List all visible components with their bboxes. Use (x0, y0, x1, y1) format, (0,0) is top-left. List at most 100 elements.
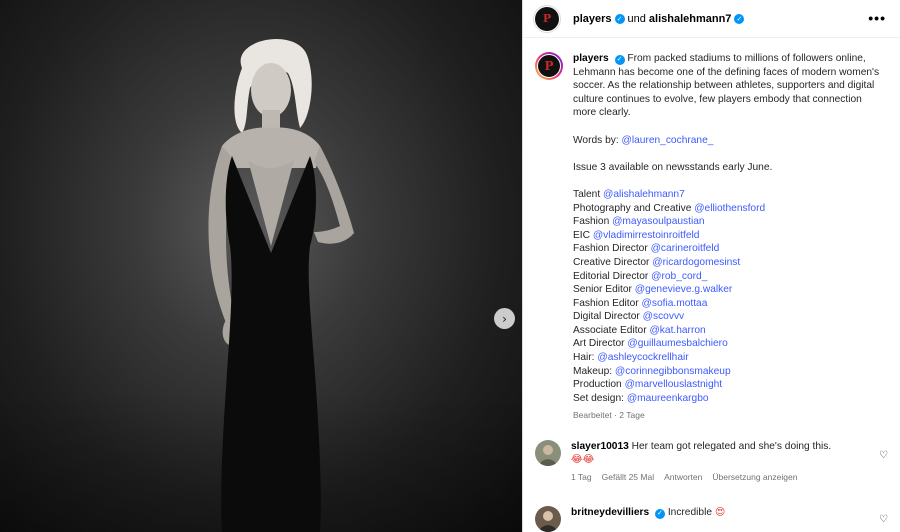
credit-role: Art Director (573, 338, 625, 350)
credit-handle-link[interactable]: @guillaumesbalchiero (627, 338, 727, 349)
credits-list: Talent @alishalehmann7 Photography and Cr… (573, 188, 885, 406)
credit-handle-link[interactable]: @marvellouslastnight (625, 379, 723, 390)
credit-handle-link[interactable]: @sofia.mottaa (642, 298, 708, 309)
credit-line: Editorial Director @rob_cord_ (573, 270, 885, 284)
credit-line: EIC @vladimirrestoinroitfeld (573, 229, 885, 243)
credit-line: Senior Editor @genevieve.g.walker (573, 283, 885, 297)
credit-role: Associate Editor (573, 324, 647, 336)
commenter-avatar[interactable] (535, 506, 561, 532)
comment-reply-button[interactable]: Antworten (664, 471, 702, 484)
credit-role: Set design: (573, 392, 624, 404)
like-heart-icon[interactable]: ♡ (879, 450, 888, 461)
credit-handle-link[interactable]: @corinnegibbonsmakeup (615, 366, 731, 377)
caption-text: players ✓ From packed stadiums to millio… (573, 52, 885, 423)
chevron-right-icon: › (502, 311, 507, 326)
verified-badge-icon: ✓ (614, 54, 625, 65)
comment-item: slayer10013 Her team got relegated and s… (523, 440, 900, 484)
comment-username-link[interactable]: britneydevilliers (571, 507, 649, 518)
credit-handle-link[interactable]: @kat.harron (649, 325, 705, 336)
issue-note: Issue 3 available on newsstands early Ju… (573, 161, 773, 173)
credit-role: Hair: (573, 352, 595, 364)
credit-line: Fashion Editor @sofia.mottaa (573, 297, 885, 311)
caption-paragraph: players ✓ From packed stadiums to millio… (573, 52, 885, 120)
credit-line: Associate Editor @kat.harron (573, 324, 885, 338)
words-by-handle-link[interactable]: @lauren_cochrane_ (622, 135, 714, 146)
credit-line: Art Director @guillaumesbalchiero (573, 337, 885, 351)
comment-body: britneydevilliers ✓ Incredible 😍 (571, 506, 888, 532)
comment-emojis: 😍 (714, 507, 726, 518)
post-side-panel: P players ✓ und alishalehmann7 ✓ ••• P p… (522, 0, 900, 532)
credit-line: Digital Director @scovvv (573, 310, 885, 324)
credit-line: Set design: @maureenkargbo (573, 392, 885, 406)
credit-role: Fashion Editor (573, 297, 639, 309)
verified-badge-icon: ✓ (734, 13, 745, 24)
post-dialog: › P players ✓ und alishalehmann7 ✓ ••• P… (0, 0, 900, 532)
caption-avatar[interactable]: P (535, 52, 563, 80)
credit-role: Makeup: (573, 365, 613, 377)
comment-text: Incredible (667, 507, 713, 518)
credit-line: Hair: @ashleycockrellhair (573, 351, 885, 365)
verified-badge-icon: ✓ (614, 13, 625, 24)
credit-line: Makeup: @corinnegibbonsmakeup (573, 365, 885, 379)
credit-role: Photography and Creative (573, 202, 692, 214)
credit-line: Fashion Director @carineroitfeld (573, 242, 885, 256)
avatar-ring (533, 4, 561, 33)
commenter-avatar-image (535, 506, 561, 532)
credit-line: Creative Director @ricardogomesinst (573, 256, 885, 270)
credit-line: Production @marvellouslastnight (573, 378, 885, 392)
credit-role: Creative Director (573, 256, 650, 268)
caption-block: P players ✓ From packed stadiums to mill… (523, 38, 900, 423)
comment-age[interactable]: 1 Tag (571, 471, 592, 484)
credit-handle-link[interactable]: @maureenkargbo (627, 393, 709, 404)
comment-item: britneydevilliers ✓ Incredible 😍 ♡ (523, 506, 900, 532)
credit-role: Talent (573, 188, 601, 200)
credit-handle-link[interactable]: @scovvv (643, 311, 684, 322)
coauthor-username-link[interactable]: alishalehmann7 (649, 13, 732, 25)
comment-translate-button[interactable]: Übersetzung anzeigen (712, 471, 797, 484)
words-by-label: Words by: (573, 134, 619, 146)
more-options-icon[interactable]: ••• (868, 10, 886, 26)
caption-avatar-inner: P (537, 54, 561, 78)
comment-emojis: 😂😂 (571, 454, 595, 465)
account-avatar[interactable]: P (533, 4, 561, 33)
comment-meta: 1 Tag Gefällt 25 Mal Antworten Übersetzu… (571, 471, 888, 484)
credit-role: Editorial Director (573, 270, 649, 282)
credit-role: EIC (573, 229, 590, 241)
like-heart-icon[interactable]: ♡ (879, 514, 888, 525)
post-photo[interactable]: › (0, 0, 522, 532)
credit-role: Senior Editor (573, 284, 632, 296)
credit-handle-link[interactable]: @rob_cord_ (651, 271, 707, 282)
comment-body: slayer10013 Her team got relegated and s… (571, 440, 888, 484)
credit-role: Production (573, 379, 622, 391)
credit-line: Fashion @mayasoulpaustian (573, 215, 885, 229)
credit-handle-link[interactable]: @carineroitfeld (651, 243, 720, 254)
commenter-avatar[interactable] (535, 440, 561, 466)
credit-role: Fashion Director (573, 243, 648, 255)
credit-handle-link[interactable]: @ashleycockrellhair (597, 352, 688, 363)
credit-handle-link[interactable]: @ricardogomesinst (652, 257, 740, 268)
verified-badge-icon: ✓ (654, 508, 665, 519)
comment-likes[interactable]: Gefällt 25 Mal (602, 471, 654, 484)
credit-handle-link[interactable]: @mayasoulpaustian (612, 216, 704, 227)
players-logo-icon: P (544, 59, 554, 73)
edited-timestamp: Bearbeitet · 2 Tage (573, 410, 645, 421)
comment-username-link[interactable]: slayer10013 (571, 441, 629, 452)
credit-handle-link[interactable]: @vladimirrestoinroitfeld (593, 230, 700, 241)
credit-line: Talent @alishalehmann7 (573, 188, 885, 202)
next-photo-button[interactable]: › (494, 308, 515, 329)
credit-handle-link[interactable]: @genevieve.g.walker (635, 284, 733, 295)
credit-handle-link[interactable]: @alishalehmann7 (603, 189, 685, 200)
words-by-line: Words by: @lauren_cochrane_ (573, 134, 885, 148)
post-header: P players ✓ und alishalehmann7 ✓ ••• (523, 0, 900, 38)
commenter-avatar-image (535, 440, 561, 466)
credit-role: Digital Director (573, 311, 640, 323)
credit-handle-link[interactable]: @elliothensford (694, 203, 765, 214)
account-username-link[interactable]: players (573, 13, 612, 25)
post-comments-area: P players ✓ From packed stadiums to mill… (523, 38, 900, 532)
author-line: players ✓ und alishalehmann7 ✓ (573, 13, 745, 25)
caption-username-link[interactable]: players (573, 53, 609, 64)
model-figure-illustration (208, 39, 354, 532)
